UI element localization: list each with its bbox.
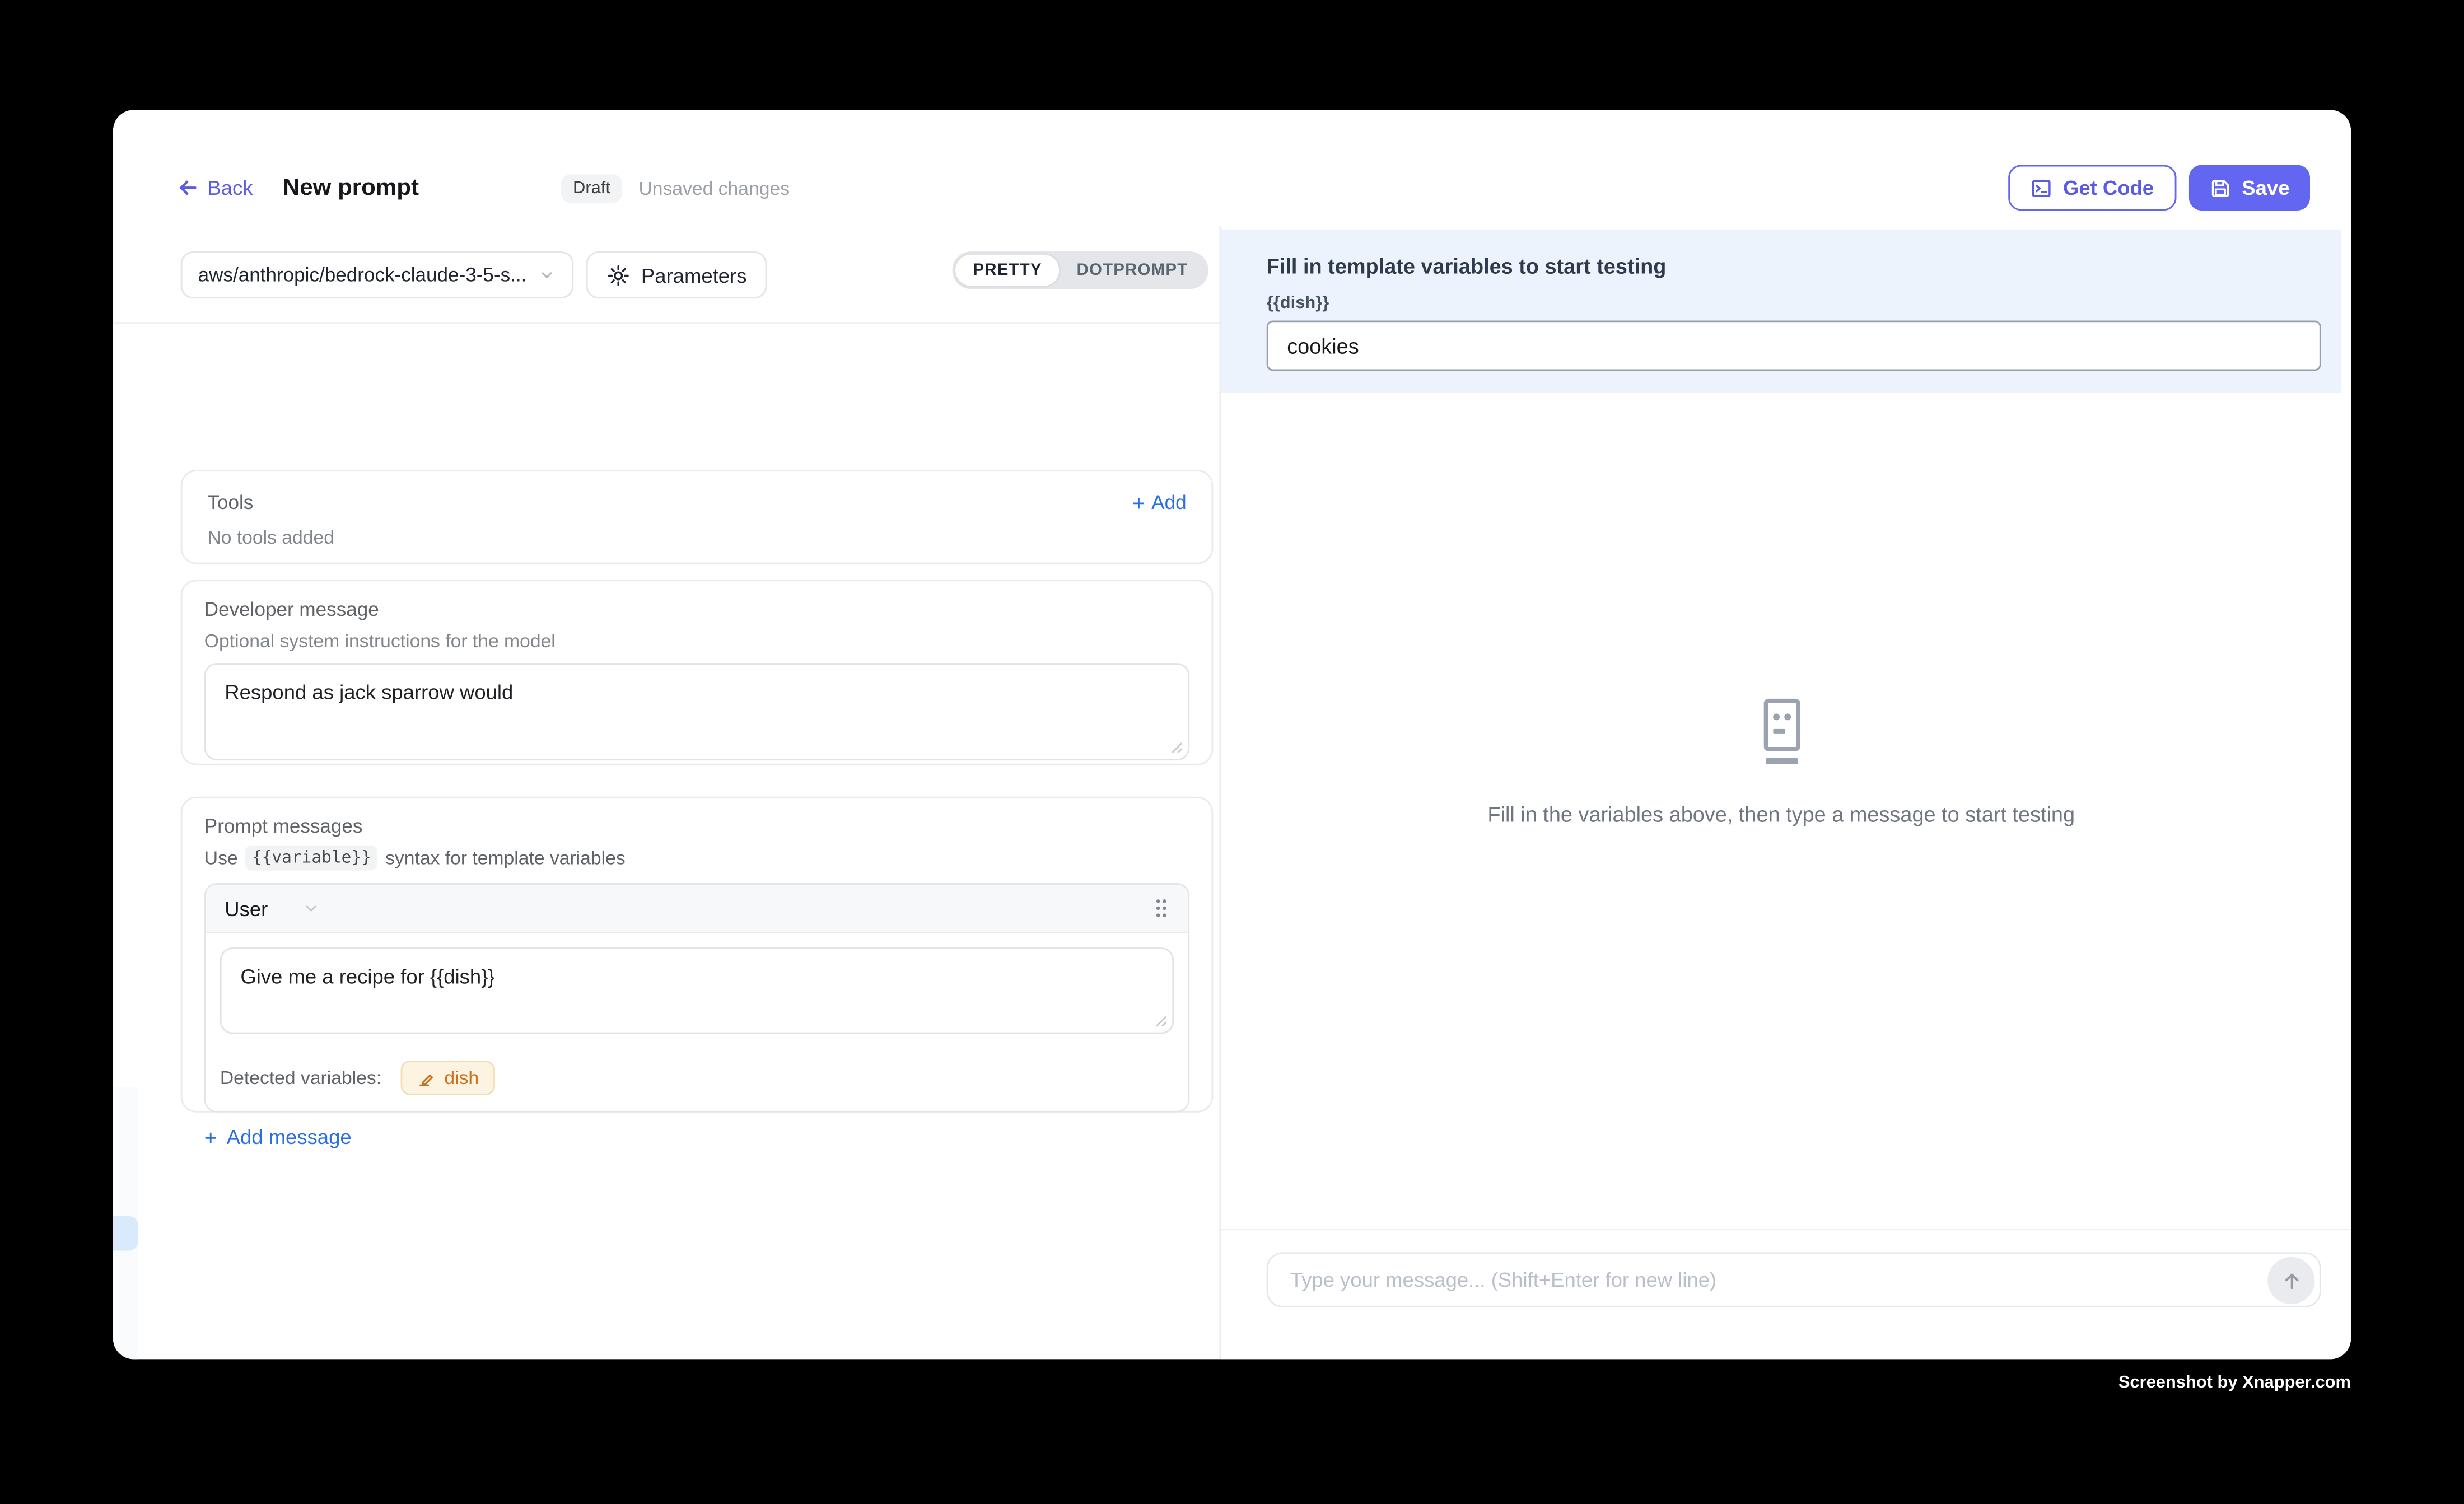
tools-label: Tools	[207, 492, 253, 513]
detected-variables-label: Detected variables:	[220, 1067, 381, 1089]
chat-footer	[1221, 1229, 2351, 1359]
role-select[interactable]: User	[225, 896, 321, 920]
robot-face-icon	[1753, 698, 1809, 768]
back-button[interactable]: Back	[176, 176, 253, 199]
toggle-pretty[interactable]: PRETTY	[956, 255, 1060, 286]
message-header: User	[206, 885, 1188, 933]
get-code-button[interactable]: Get Code	[2008, 165, 2176, 211]
unsaved-changes-label: Unsaved changes	[638, 177, 790, 199]
send-button[interactable]	[2267, 1257, 2314, 1304]
header: Back New prompt Draft Unsaved changes Ge…	[113, 110, 2351, 226]
developer-message-hint: Optional system instructions for the mod…	[204, 630, 1189, 652]
page-title: New prompt	[283, 174, 419, 201]
parameters-button[interactable]: Parameters	[586, 251, 767, 298]
template-variables-box: Fill in template variables to start test…	[1221, 230, 2341, 393]
plus-icon: +	[1132, 492, 1145, 513]
dish-variable-label: {{dish}}	[1267, 294, 1329, 313]
message-block: User Give me	[204, 883, 1189, 1113]
prompt-editor-window: Back New prompt Draft Unsaved changes Ge…	[113, 110, 2351, 1359]
drawer-selected-item	[113, 1216, 138, 1251]
empty-state-text: Fill in the variables above, then type a…	[1487, 803, 2075, 826]
role-select-value: User	[225, 896, 268, 920]
gear-icon	[606, 263, 630, 287]
tester-panel: Fill in template variables to start test…	[1221, 226, 2351, 1359]
add-tool-button[interactable]: + Add	[1132, 492, 1187, 513]
developer-message-card: Developer message Optional system instru…	[181, 580, 1214, 765]
variable-badge-dish[interactable]: dish	[400, 1061, 494, 1095]
developer-message-textarea[interactable]: Respond as jack sparrow would	[206, 665, 1188, 759]
variable-syntax-chip: {{variable}}	[246, 846, 377, 871]
prompt-messages-label: Prompt messages	[204, 815, 1189, 837]
chat-message-input[interactable]	[1268, 1254, 2153, 1306]
model-toolbar: aws/anthropic/bedrock-claude-3-5-s... Pa…	[113, 226, 1220, 324]
format-toggle: PRETTY DOTPROMPT	[953, 251, 1208, 289]
tester-heading: Fill in template variables to start test…	[1267, 255, 1667, 278]
tools-card: Tools + Add No tools added	[181, 470, 1214, 564]
drag-handle-icon[interactable]	[1154, 897, 1169, 919]
user-message-textarea[interactable]: Give me a recipe for {{dish}}	[222, 949, 1173, 1033]
status-badge: Draft	[561, 174, 623, 202]
tools-empty-text: No tools added	[207, 526, 1186, 548]
plus-icon: +	[204, 1126, 217, 1148]
pencil-icon	[416, 1068, 436, 1088]
developer-message-label: Developer message	[204, 599, 1189, 620]
detected-variables-row: Detected variables: dish	[206, 1048, 1188, 1111]
chat-message-box	[1267, 1252, 2321, 1307]
toggle-dotprompt[interactable]: DOTPROMPT	[1060, 255, 1206, 286]
resize-handle-icon[interactable]	[1169, 740, 1183, 754]
chevron-down-icon	[538, 265, 557, 284]
arrow-left-icon	[176, 176, 199, 199]
add-message-button[interactable]: + Add message	[204, 1125, 1189, 1148]
screenshot-stage: Back New prompt Draft Unsaved changes Ge…	[0, 0, 2464, 1503]
prompt-messages-card: Prompt messages Use {{variable}} syntax …	[181, 797, 1214, 1113]
dish-variable-input[interactable]	[1267, 320, 2321, 371]
arrow-up-icon	[2279, 1269, 2303, 1292]
terminal-icon	[2030, 177, 2052, 199]
chat-empty-state: Fill in the variables above, then type a…	[1221, 698, 2341, 826]
watermark-text: Screenshot by Xnapper.com	[2118, 1374, 2351, 1393]
back-label: Back	[207, 176, 253, 199]
model-select[interactable]: aws/anthropic/bedrock-claude-3-5-s...	[181, 251, 574, 298]
save-button[interactable]: Save	[2188, 165, 2310, 211]
model-select-value: aws/anthropic/bedrock-claude-3-5-s...	[198, 264, 538, 286]
save-icon	[2209, 177, 2230, 199]
chevron-down-icon	[302, 899, 321, 918]
resize-handle-icon[interactable]	[1154, 1013, 1168, 1027]
template-syntax-hint: Use {{variable}} syntax for template var…	[204, 846, 1189, 871]
editor-panel: aws/anthropic/bedrock-claude-3-5-s... Pa…	[113, 226, 1221, 1359]
